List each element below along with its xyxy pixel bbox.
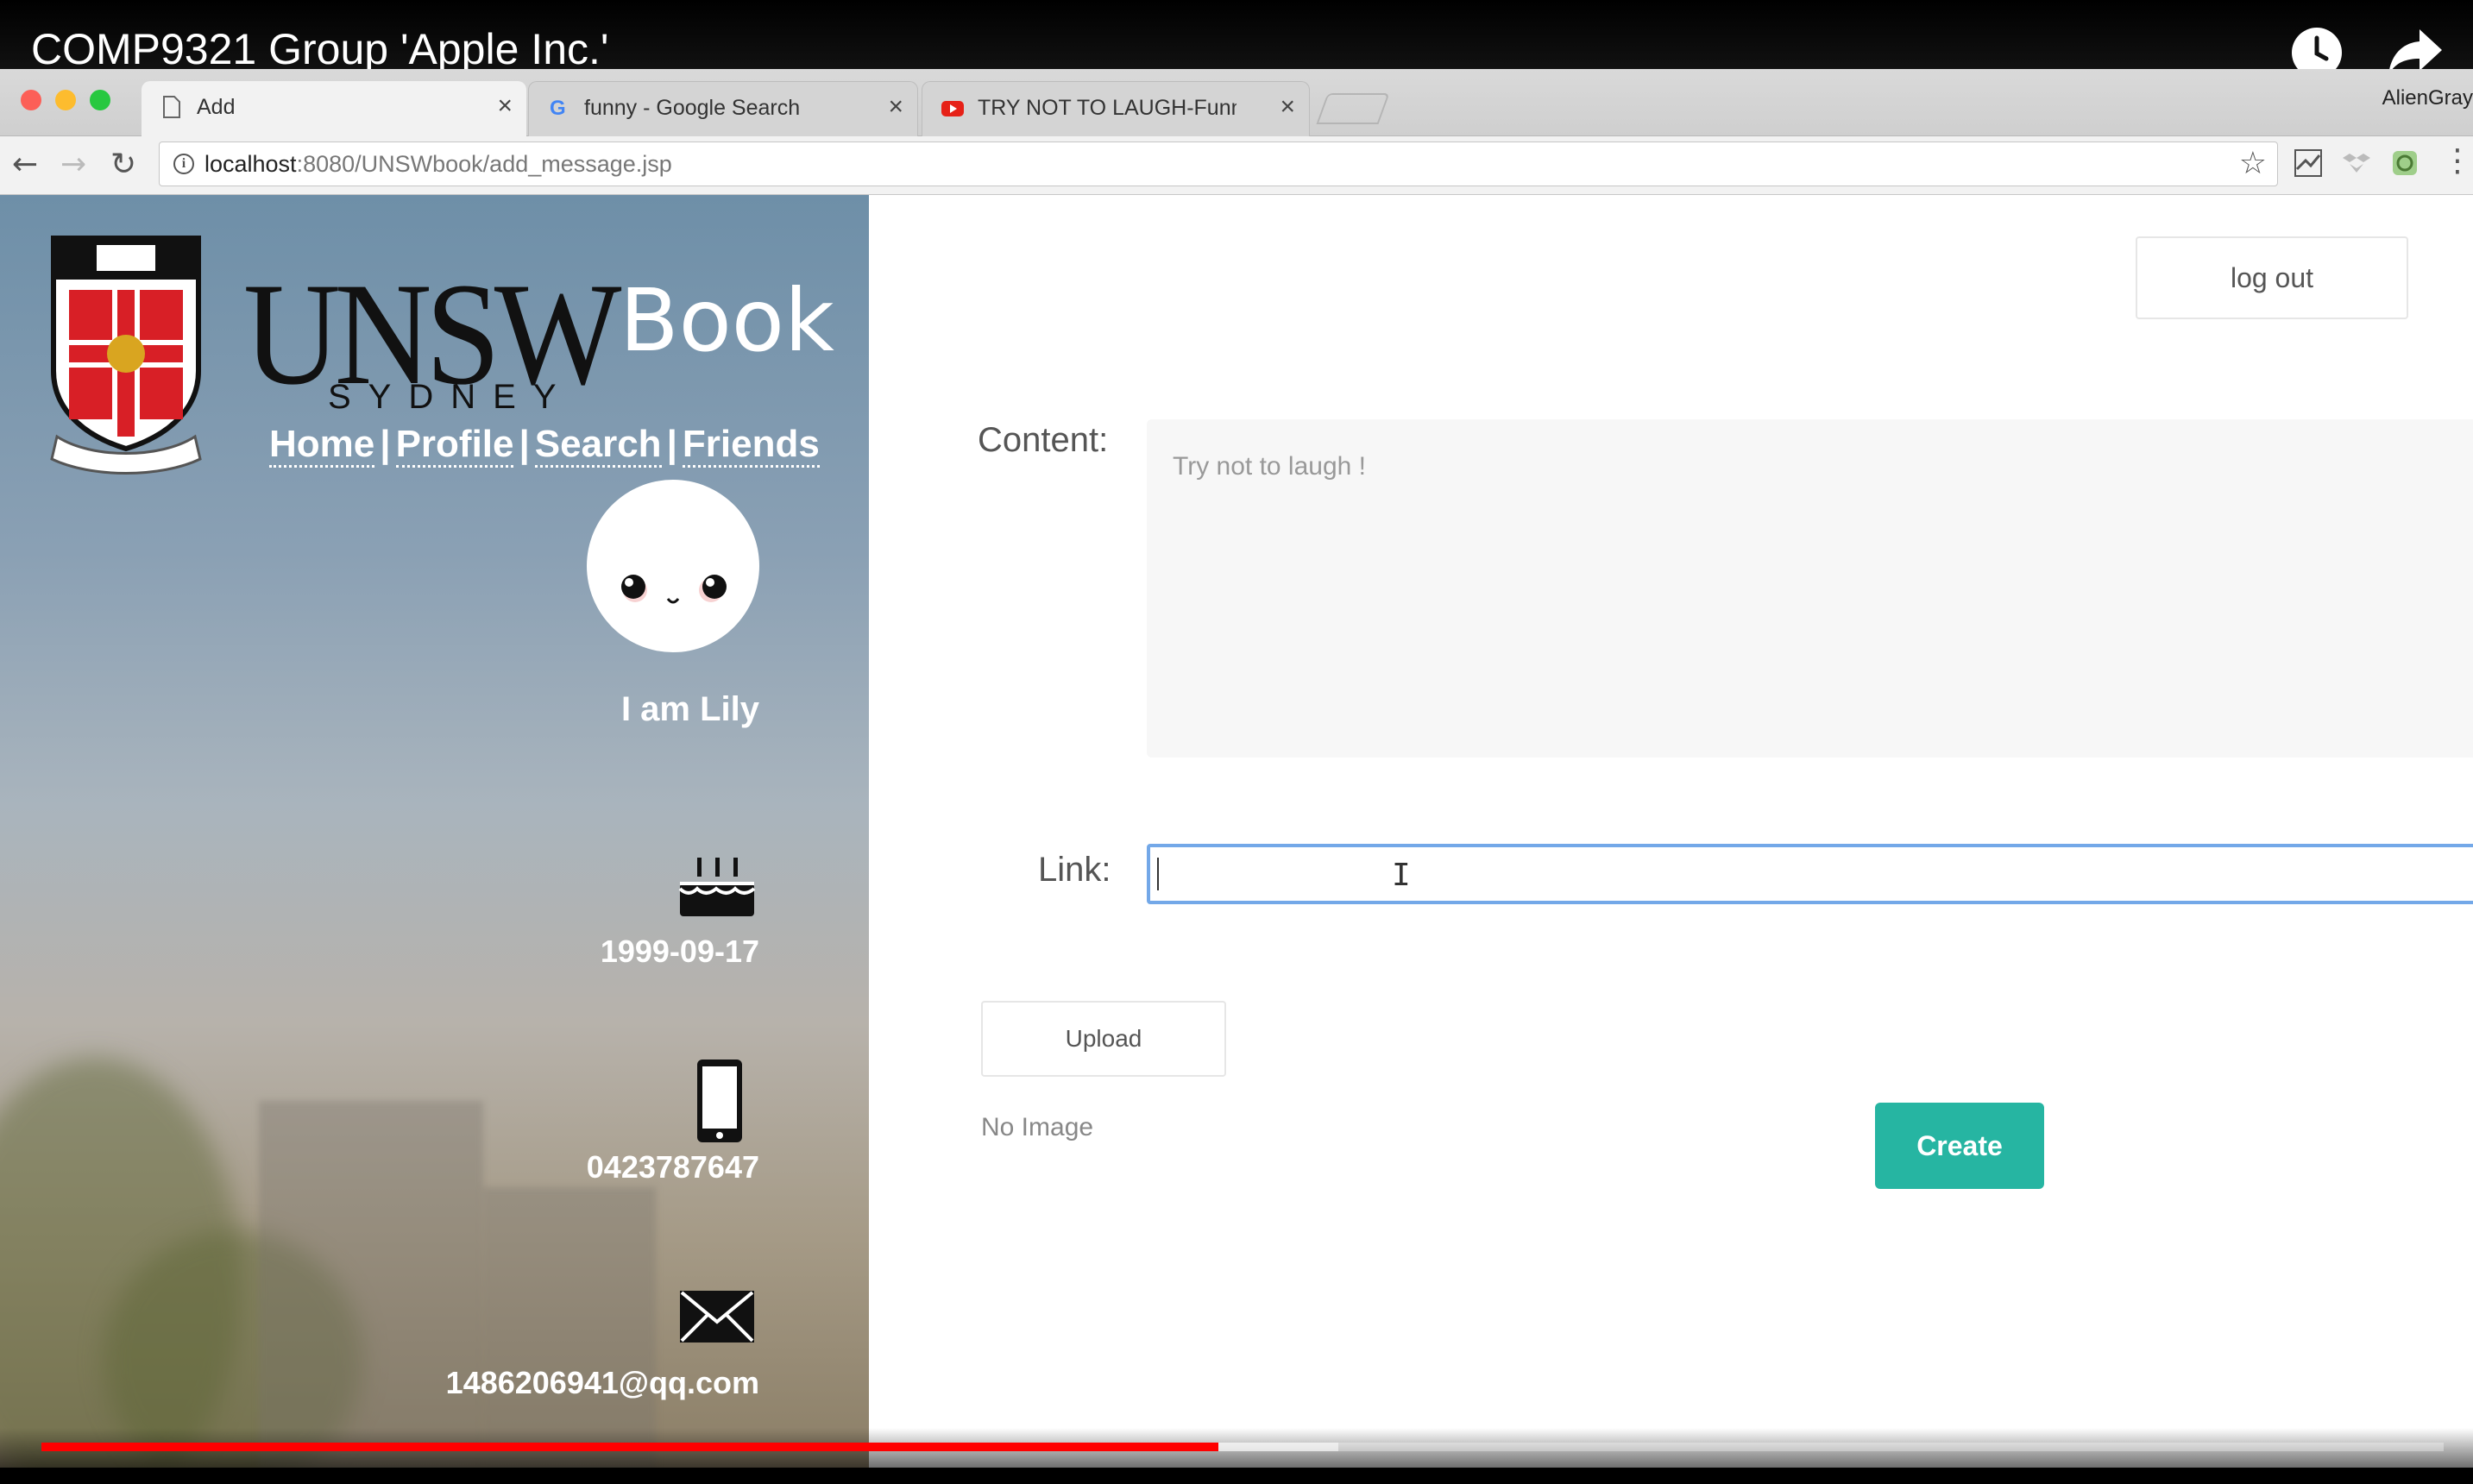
svg-text:G: G [550,97,566,120]
dropbox-icon[interactable] [2342,148,2371,178]
sydney-wordmark: SYDNEY [328,378,574,416]
reload-icon[interactable]: ↻ [110,147,136,182]
url-text[interactable]: localhost:8080/UNSWbook/add_message.jsp [205,151,672,178]
page-icon [163,96,180,118]
profile-name[interactable]: AlienGray [2382,86,2473,110]
video-progress-bar[interactable] [41,1443,2444,1451]
email-icon [680,1291,754,1343]
nav-link-friends[interactable]: Friends [682,423,820,468]
extension-icon[interactable] [2294,148,2323,178]
link-label: Link: [1038,851,1111,889]
tab-google-search[interactable]: G funny - Google Search × [528,81,918,136]
phone-icon [697,1060,742,1142]
video-title[interactable]: COMP9321 Group 'Apple Inc.' [31,24,608,74]
create-button[interactable]: Create [1875,1103,2044,1189]
played-progress [41,1443,1219,1451]
bookmark-star-icon[interactable]: ☆ [2239,146,2267,181]
tab-add[interactable]: Add × [142,81,526,136]
content-textarea[interactable]: Try not to laugh ! [1147,419,2473,758]
add-message-form: log out Content: Try not to laugh ! Link… [869,195,2473,1468]
close-window-button[interactable] [21,90,41,110]
forward-icon[interactable]: → [60,147,86,182]
upload-button[interactable]: Upload [981,1001,1226,1077]
nav-link-search[interactable]: Search [534,423,662,468]
sidebar-nav: Home | Profile | Search | Friends [269,423,820,468]
nav-link-home[interactable]: Home [269,423,375,468]
minimize-window-button[interactable] [55,90,76,110]
close-tab-icon[interactable]: × [497,91,513,121]
image-status: No Image [981,1113,1094,1141]
tab-label: funny - Google Search [584,96,801,120]
google-icon: G [550,97,566,120]
content-label: Content: [978,421,1109,459]
tab-youtube-video[interactable]: TRY NOT TO LAUGH-Funny Ki × [922,81,1310,136]
video-controls [0,1428,2473,1484]
unsw-crest-logo[interactable] [48,233,204,475]
tab-label: Add [197,95,236,119]
birthday-cake-icon [678,858,756,916]
close-tab-icon[interactable]: × [888,92,903,122]
menu-icon[interactable]: ⋮ [2442,143,2473,179]
link-input[interactable]: I [1147,844,2473,904]
birthday-value: 1999-09-17 [600,934,759,969]
extension-badge-icon[interactable] [2390,148,2420,178]
screen: { "video": { "title": "COMP9321 Group 'A… [0,0,2473,1484]
book-wordmark: Book [620,270,834,371]
profile-about: I am Lily [620,690,759,728]
logout-button[interactable]: log out [2136,236,2408,319]
video-title-bar: COMP9321 Group 'Apple Inc.' [0,0,2473,78]
phone-value: 0423787647 [586,1149,759,1185]
zoom-window-button[interactable] [90,90,110,110]
tab-label: TRY NOT TO LAUGH-Funny Ki [978,96,1236,120]
text-cursor-icon: I [1392,858,1411,893]
new-tab-button[interactable] [1316,93,1390,124]
info-icon[interactable]: i [173,154,194,174]
back-icon[interactable]: ← [12,147,38,182]
smiley-face-icon [621,575,727,604]
close-tab-icon[interactable]: × [1280,92,1295,122]
content-placeholder: Try not to laugh ! [1173,452,1367,481]
address-bar[interactable]: i localhost:8080/UNSWbook/add_message.js… [159,141,2278,186]
nav-link-profile[interactable]: Profile [395,423,514,468]
text-caret [1157,858,1159,890]
youtube-icon [941,101,964,116]
avatar[interactable] [587,480,759,652]
email-value: 1486206941@qq.com [445,1365,759,1400]
profile-sidebar: UNSW Book SYDNEY Home | Profile | Search | Fri… [0,195,869,1468]
